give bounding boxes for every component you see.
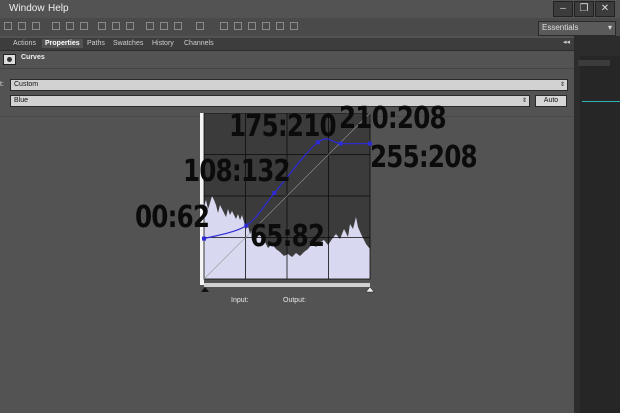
menu-bar: Window Help – ❐ ✕ — [0, 0, 620, 18]
menu-help[interactable]: Help — [48, 3, 69, 14]
tab-actions[interactable]: Actions — [10, 39, 39, 48]
channel-dropdown[interactable]: Blue ⇕ — [10, 95, 530, 107]
auto-button[interactable]: Auto — [535, 95, 567, 107]
tab-history[interactable]: History — [149, 39, 177, 48]
dropdown-arrow-icon: ⇕ — [559, 82, 565, 88]
menu-window[interactable]: Window — [9, 3, 45, 14]
tab-paths[interactable]: Paths — [84, 39, 108, 48]
point-annotation-65-82: 65:82 — [250, 219, 325, 254]
dropdown-arrow-icon: ⇕ — [521, 98, 527, 104]
active-layer-indicator — [582, 101, 620, 102]
options-toolbar — [0, 18, 620, 37]
panel-title: Curves — [21, 54, 45, 61]
align-center-icon[interactable] — [66, 22, 74, 30]
minimize-icon[interactable]: – — [553, 1, 573, 17]
auto-align-icon[interactable] — [196, 22, 204, 30]
curve-control-point[interactable] — [244, 223, 249, 228]
curve-control-point[interactable] — [338, 141, 343, 146]
collapse-panel-icon[interactable]: ◂◂ — [563, 38, 570, 46]
point-annotation-108-132: 108:132 — [183, 154, 291, 189]
close-icon[interactable]: ✕ — [595, 1, 615, 17]
3d-slide-icon[interactable] — [276, 22, 284, 30]
chevron-down-icon: ▾ — [607, 23, 612, 32]
input-gradient-bar — [204, 283, 370, 287]
preset-label: t: — [0, 81, 4, 88]
channel-value: Blue — [14, 97, 29, 104]
white-point-slider-icon[interactable] — [365, 286, 375, 293]
point-annotation-255-208: 255:208 — [370, 140, 478, 175]
tab-channels[interactable]: Channels — [181, 39, 217, 48]
point-annotation-175-210: 175:210 — [229, 109, 337, 144]
align-bottom-icon[interactable] — [32, 22, 40, 30]
preset-dropdown[interactable]: Custom ⇕ — [10, 79, 568, 91]
point-annotation-00-62: 00:62 — [135, 200, 210, 235]
right-dock — [574, 36, 620, 413]
workspace-select[interactable]: Essentials ▾ — [538, 21, 616, 36]
curves-header: Curves — [0, 52, 574, 66]
distribute-right-icon[interactable] — [174, 22, 182, 30]
align-right-icon[interactable] — [80, 22, 88, 30]
curve-control-point[interactable] — [202, 236, 206, 241]
workspace-select-value: Essentials — [542, 23, 579, 32]
align-middle-icon[interactable] — [18, 22, 26, 30]
distribute-middle-icon[interactable] — [112, 22, 120, 30]
3d-pan-icon[interactable] — [262, 22, 270, 30]
distribute-center-icon[interactable] — [160, 22, 168, 30]
preset-value: Custom — [14, 81, 39, 88]
output-label: Output: — [283, 297, 306, 304]
align-top-icon[interactable] — [4, 22, 12, 30]
tab-properties[interactable]: Properties — [42, 39, 83, 48]
3d-roll-icon[interactable] — [248, 22, 256, 30]
input-label: Input: — [231, 297, 249, 304]
output-gradient-bar — [200, 113, 204, 285]
curves-adjustment-icon — [3, 54, 16, 65]
align-left-icon[interactable] — [52, 22, 60, 30]
dock-panel — [580, 56, 620, 413]
divider — [0, 68, 574, 69]
3d-mode-icon[interactable] — [220, 22, 228, 30]
point-annotation-210-208: 210:208 — [339, 101, 447, 136]
distribute-bottom-icon[interactable] — [126, 22, 134, 30]
curve-control-point[interactable] — [272, 191, 277, 196]
3d-rotate-icon[interactable] — [234, 22, 242, 30]
dock-panel-header — [578, 60, 610, 66]
panel-tab-strip: Actions Properties Paths Swatches Histor… — [0, 38, 574, 51]
distribute-left-icon[interactable] — [146, 22, 154, 30]
distribute-top-icon[interactable] — [98, 22, 106, 30]
tab-swatches[interactable]: Swatches — [110, 39, 146, 48]
restore-icon[interactable]: ❐ — [574, 1, 594, 17]
3d-scale-icon[interactable] — [290, 22, 298, 30]
black-point-slider-icon[interactable] — [201, 287, 209, 292]
